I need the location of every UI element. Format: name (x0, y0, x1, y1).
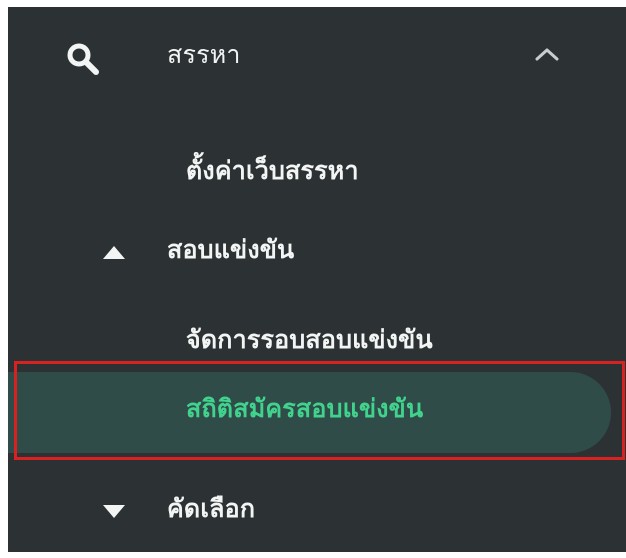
sidebar-item-label: ตั้งค่าเว็บสรรหา (186, 156, 359, 185)
sidebar-item-website-settings[interactable]: ตั้งค่าเว็บสรรหา (8, 127, 626, 197)
search-icon (67, 43, 99, 75)
sidebar-item-label: คัดเลือก (167, 494, 256, 523)
sidebar-item-label: สอบแข่งขัน (167, 235, 295, 264)
screenshot-frame: สรรหา ตั้งค่าเว็บสรรหา สอบแข่งขัน จัดการ… (0, 0, 626, 558)
sidebar-item-manage-exam-rounds[interactable]: จัดการรอบสอบแข่งขัน (8, 302, 626, 372)
search-section-label: สรรหา (167, 40, 241, 69)
triangle-down-icon (103, 505, 125, 518)
sidebar-item-label: สถิติสมัครสอบแข่งขัน (186, 394, 424, 423)
sidebar-item-exam-application-stats[interactable]: สถิติสมัครสอบแข่งขัน (8, 372, 626, 453)
chevron-up-icon[interactable] (533, 45, 561, 65)
sidebar-item-selection[interactable]: คัดเลือก (8, 477, 626, 547)
triangle-up-icon (103, 246, 125, 259)
sidebar-item-label: จัดการรอบสอบแข่งขัน (186, 325, 433, 354)
search-section-header[interactable]: สรรหา (8, 7, 626, 125)
sidebar-item-competition-exam[interactable]: สอบแข่งขัน (8, 212, 626, 282)
sidebar-menu: สรรหา ตั้งค่าเว็บสรรหา สอบแข่งขัน จัดการ… (8, 7, 626, 552)
